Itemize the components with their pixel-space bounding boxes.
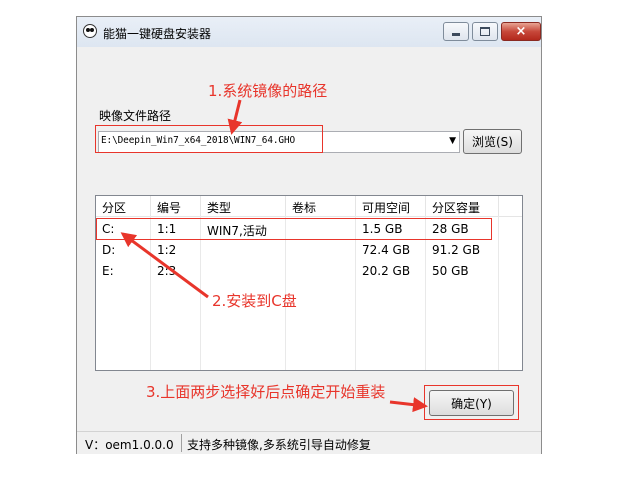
status-bar: V：oem1.0.0.0 支持多种镜像,多系统引导自动修复 — [77, 431, 541, 454]
cell-capacity: 91.2 GB — [432, 243, 481, 257]
window-title: 能猫一键硬盘安装器 — [103, 27, 212, 41]
maximize-button[interactable] — [472, 22, 498, 41]
close-button[interactable]: × — [501, 22, 541, 41]
close-icon: × — [515, 24, 527, 39]
status-message: 支持多种镜像,多系统引导自动修复 — [187, 438, 371, 452]
header-capacity[interactable]: 分区容量 — [432, 199, 480, 216]
partition-row-d[interactable]: D: 1:2 72.4 GB 91.2 GB — [96, 243, 522, 263]
header-partition[interactable]: 分区 — [102, 199, 126, 216]
header-number[interactable]: 编号 — [157, 199, 181, 216]
cell-capacity: 50 GB — [432, 264, 469, 278]
browse-button[interactable]: 浏览(S) — [463, 129, 522, 154]
header-volume[interactable]: 卷标 — [292, 199, 316, 216]
header-divider[interactable] — [200, 196, 201, 216]
annotation-step1: 1.系统镜像的路径 — [208, 82, 328, 100]
image-path-label: 映像文件路径 — [99, 109, 172, 123]
panda-app-icon — [83, 24, 97, 38]
header-type[interactable]: 类型 — [207, 199, 231, 216]
partition-table-header: 分区 编号 类型 卷标 可用空间 分区容量 — [96, 196, 522, 217]
header-divider[interactable] — [498, 196, 499, 216]
cell-free-space: 20.2 GB — [362, 264, 411, 278]
path-highlight-box — [95, 125, 323, 153]
header-divider[interactable] — [355, 196, 356, 216]
c-drive-highlight-box — [96, 218, 492, 240]
header-divider[interactable] — [425, 196, 426, 216]
version-text: V：oem1.0.0.0 — [85, 438, 174, 452]
dropdown-arrow-icon[interactable]: ▼ — [449, 136, 456, 146]
status-divider — [181, 434, 182, 452]
cell-partition: D: — [102, 243, 116, 257]
confirm-highlight-box — [424, 385, 519, 420]
header-divider[interactable] — [150, 196, 151, 216]
cell-partition: E: — [102, 264, 114, 278]
title-bar[interactable]: 能猫一键硬盘安装器 × — [77, 17, 541, 47]
header-divider[interactable] — [285, 196, 286, 216]
cell-number: 1:2 — [157, 243, 177, 257]
maximize-icon — [480, 27, 490, 36]
annotation-step2: 2.安装到C盘 — [212, 292, 297, 310]
minimize-button[interactable] — [443, 22, 469, 41]
header-free-space[interactable]: 可用空间 — [362, 199, 410, 216]
cell-free-space: 72.4 GB — [362, 243, 411, 257]
annotation-step3: 3.上面两步选择好后点确定开始重装 — [146, 383, 386, 401]
partition-row-e[interactable]: E: 2:3 20.2 GB 50 GB — [96, 264, 522, 284]
cell-number: 2:3 — [157, 264, 177, 278]
minimize-icon — [452, 33, 460, 36]
